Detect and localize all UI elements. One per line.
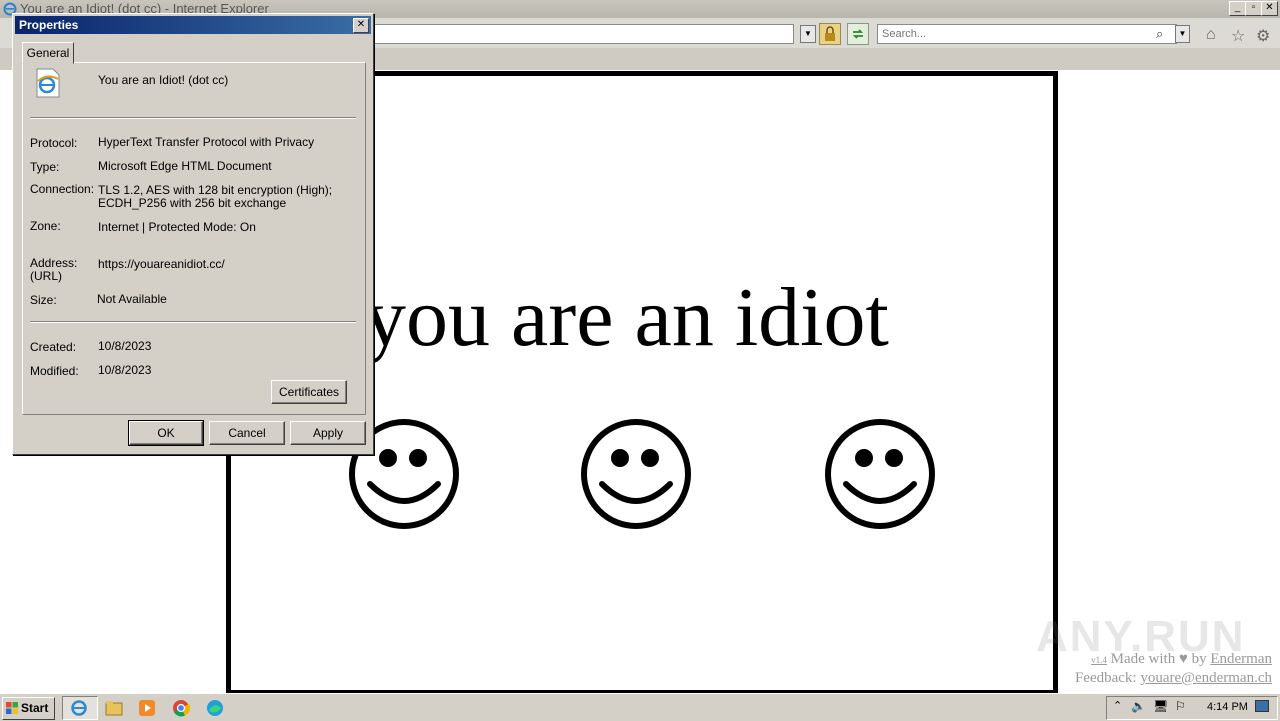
home-icon[interactable]: ⌂	[1206, 26, 1216, 44]
credit-footer: v1.4 Made with ♥ by Enderman Feedback: y…	[1075, 650, 1272, 687]
address-url-label: (URL)	[30, 269, 62, 283]
modified-value: 10/8/2023	[98, 363, 152, 377]
address-dropdown-button[interactable]: ▼	[800, 25, 816, 43]
created-value: 10/8/2023	[98, 339, 152, 353]
size-value: Not Available	[97, 292, 167, 306]
taskbar: Start ⌃ 🔈 🖥 ⚐ 4:14 PM	[0, 693, 1280, 721]
restore-button[interactable]: ▫	[1245, 1, 1262, 16]
tray-expand-icon[interactable]: ⌃	[1113, 699, 1122, 712]
volume-icon[interactable]: 🔈	[1131, 699, 1146, 713]
windows-flag-icon	[6, 702, 18, 714]
ie-document-icon	[36, 68, 60, 98]
dialog-close-button[interactable]: ✕	[353, 18, 369, 33]
certificates-button[interactable]: Certificates	[271, 380, 347, 404]
page-headline: you are an idiot	[364, 271, 889, 364]
created-label: Created:	[30, 340, 77, 354]
zone-value: Internet | Protected Mode: On	[98, 220, 256, 234]
made-with-text: Made with	[1110, 651, 1176, 667]
tools-gear-icon[interactable]: ⚙	[1256, 26, 1270, 46]
action-center-flag-icon[interactable]: ⚐	[1175, 699, 1186, 713]
feedback-label: Feedback:	[1074, 670, 1137, 686]
divider	[30, 117, 356, 119]
smiley-face-icon	[825, 419, 935, 529]
start-button[interactable]: Start	[2, 697, 55, 720]
favorites-star-icon[interactable]: ☆	[1231, 26, 1245, 46]
explorer-icon[interactable]	[104, 698, 124, 718]
network-icon[interactable]: 🖥	[1153, 699, 1168, 713]
version-link[interactable]: v1.4	[1091, 655, 1107, 665]
connection-label: Connection:	[30, 182, 95, 196]
address-value: https://youareanidiot.cc/	[98, 257, 225, 271]
tab-general[interactable]: General	[22, 42, 74, 64]
ok-button[interactable]: OK	[128, 420, 204, 446]
file-name: You are an Idiot! (dot cc)	[98, 73, 229, 87]
feedback-email-link[interactable]: youare@enderman.ch	[1140, 670, 1272, 686]
media-player-icon[interactable]	[137, 698, 157, 718]
chrome-icon[interactable]	[171, 698, 191, 718]
address-label: Address:	[30, 256, 78, 270]
dialog-title: Properties	[19, 18, 79, 32]
protocol-label: Protocol:	[30, 136, 78, 150]
smiley-face-icon	[581, 419, 691, 529]
modified-label: Modified:	[30, 364, 79, 378]
properties-dialog: Properties ✕ General You are an Idiot! (…	[12, 13, 374, 455]
apply-button[interactable]: Apply	[290, 421, 366, 445]
edge-icon[interactable]	[205, 698, 225, 718]
search-icon[interactable]: ⌕	[1156, 26, 1163, 42]
start-label: Start	[21, 701, 49, 715]
close-window-button[interactable]: ✕	[1261, 1, 1278, 16]
type-label: Type:	[30, 160, 60, 174]
search-input[interactable]	[878, 25, 1156, 43]
refresh-icon[interactable]	[847, 23, 869, 45]
connection-value-line2: ECDH_P256 with 256 bit exchange	[98, 196, 287, 210]
type-value: Microsoft Edge HTML Document	[98, 159, 272, 173]
protocol-value: HyperText Transfer Protocol with Privacy	[98, 135, 315, 149]
show-desktop-icon[interactable]	[1255, 700, 1269, 712]
clock: 4:14 PM	[1207, 701, 1248, 713]
cancel-button[interactable]: Cancel	[209, 421, 285, 445]
dialog-titlebar[interactable]: Properties ✕	[15, 16, 371, 34]
minimize-button[interactable]: _	[1229, 1, 1246, 16]
divider	[30, 321, 356, 323]
author-link[interactable]: Enderman	[1210, 651, 1272, 667]
system-tray: ⌃ 🔈 🖥 ⚐	[1106, 696, 1278, 720]
ie-icon[interactable]	[69, 698, 89, 718]
address-bar[interactable]	[360, 24, 794, 44]
heart-icon: ♥	[1178, 651, 1188, 667]
search-box[interactable]	[877, 24, 1177, 44]
search-dropdown-button[interactable]: ▼	[1175, 25, 1190, 43]
by-text: by	[1191, 651, 1207, 667]
tab-panel	[22, 62, 366, 415]
size-label: Size:	[30, 293, 57, 307]
zone-label: Zone:	[30, 219, 61, 233]
lock-icon[interactable]	[819, 23, 841, 45]
